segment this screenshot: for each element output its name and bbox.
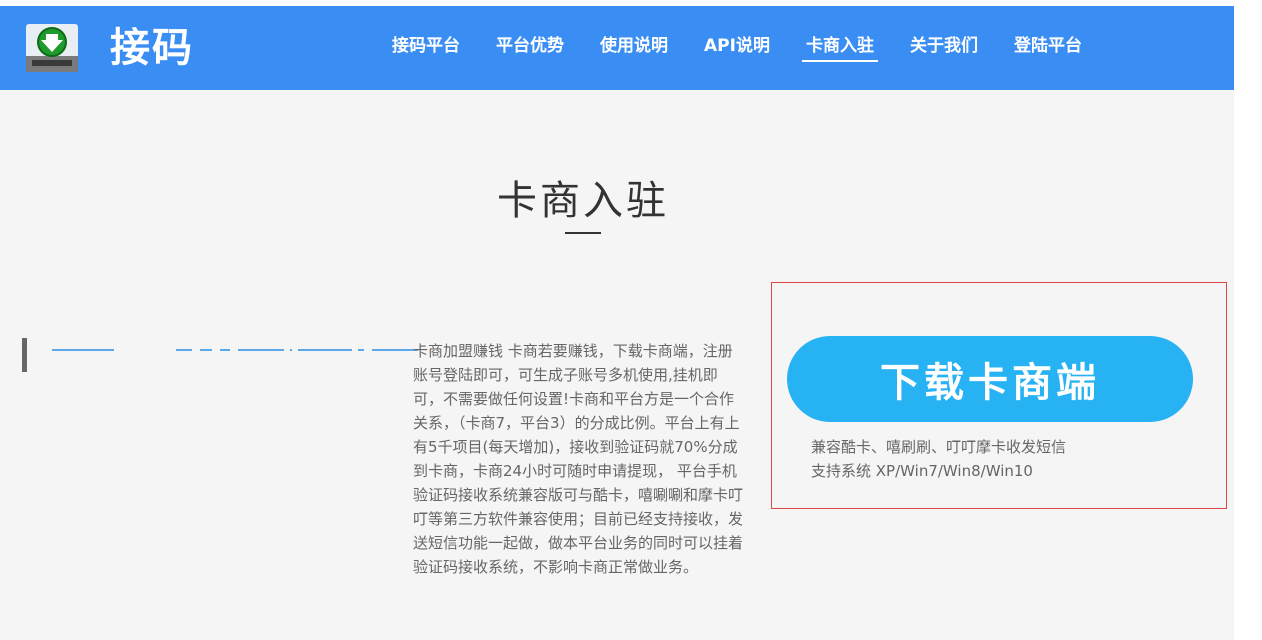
top-navigation-bar: 接码 接码平台 平台优势 使用说明 API说明 卡商入驻 关于我们 登陆平台 — [0, 0, 1234, 90]
download-panel: 下载卡商端 兼容酷卡、嘻刷刷、叮叮摩卡收发短信 支持系统 XP/Win7/Win… — [771, 282, 1227, 509]
title-divider — [565, 232, 601, 234]
brand-name[interactable]: 接码 — [110, 24, 194, 72]
nav-item-platform-advantages[interactable]: 平台优势 — [496, 32, 564, 62]
decorative-line — [52, 349, 418, 351]
supported-systems-note: 支持系统 XP/Win7/Win8/Win10 — [811, 462, 1033, 480]
download-merchant-client-button[interactable]: 下载卡商端 — [787, 336, 1193, 422]
main-nav: 接码平台 平台优势 使用说明 API说明 卡商入驻 关于我们 登陆平台 — [392, 32, 1118, 62]
nav-item-receive-platform[interactable]: 接码平台 — [392, 32, 460, 62]
accent-bar — [22, 338, 27, 372]
nav-item-about-us[interactable]: 关于我们 — [910, 32, 978, 62]
page: 接码 接码平台 平台优势 使用说明 API说明 卡商入驻 关于我们 登陆平台 卡… — [0, 0, 1234, 640]
nav-item-api-docs[interactable]: API说明 — [704, 32, 770, 62]
nav-item-login-platform[interactable]: 登陆平台 — [1014, 32, 1082, 62]
merchant-description: 卡商加盟赚钱 卡商若要赚钱，下载卡商端，注册账号登陆即可，可生成子账号多机使用,… — [413, 342, 744, 576]
compatibility-note: 兼容酷卡、嘻刷刷、叮叮摩卡收发短信 — [811, 438, 1067, 456]
nav-item-card-merchant-join[interactable]: 卡商入驻 — [801, 32, 878, 62]
download-tray-icon[interactable] — [24, 20, 80, 76]
page-title: 卡商入驻 — [497, 178, 669, 224]
nav-item-instructions[interactable]: 使用说明 — [600, 32, 668, 62]
